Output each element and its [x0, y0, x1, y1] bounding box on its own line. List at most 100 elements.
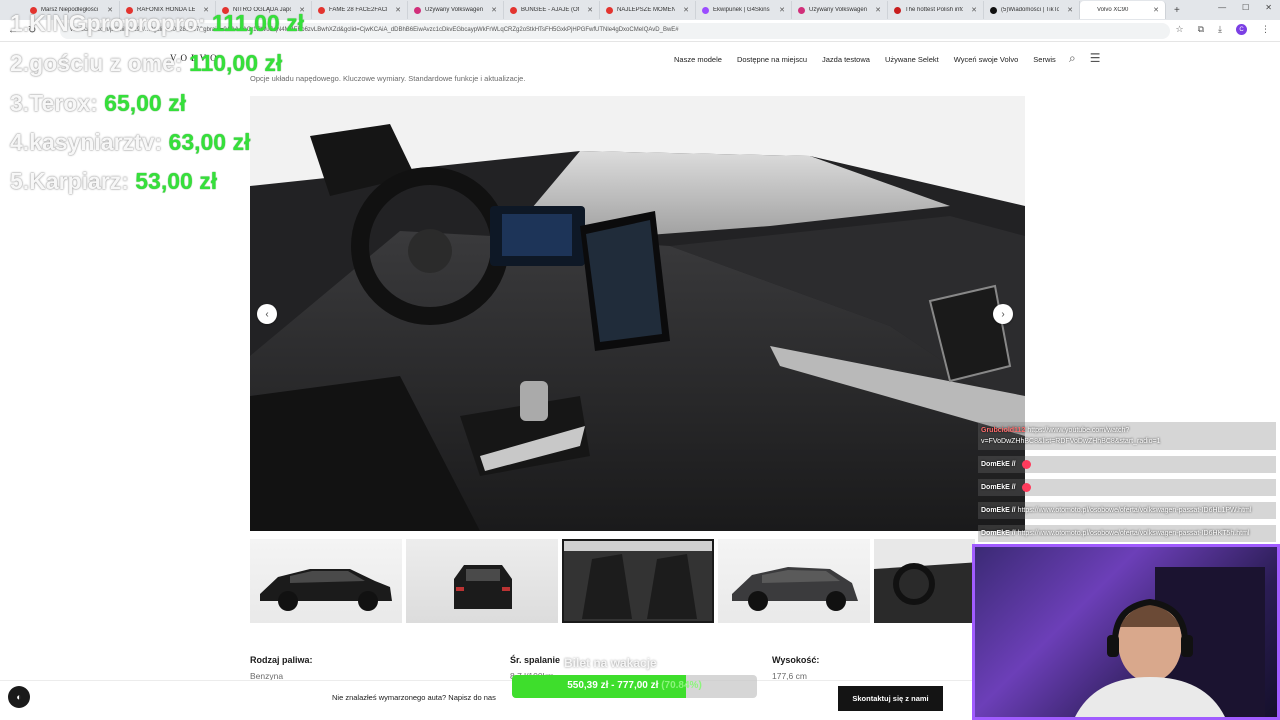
menu-dots-icon[interactable]: ⋮ [1261, 24, 1270, 35]
goal-progress-bar: 550,39 zł - 777,00 zł (70.84%) [512, 675, 757, 698]
gallery-thumbnails [250, 539, 975, 623]
window-controls: — ☐ ✕ [1218, 3, 1272, 12]
leaderboard-row: 4.kasyniarztv: 63,00 zł [10, 129, 250, 156]
gallery-next-button[interactable]: › [993, 304, 1013, 324]
tab-close-icon[interactable]: ✕ [1067, 6, 1073, 14]
chat-username: DomEkE // [981, 530, 1016, 537]
spec-label: Śr. spalanie [510, 655, 561, 665]
browser-tab[interactable]: Ekwipunek | G4Skins ✕ [696, 1, 792, 19]
donation-amount: 65,00 zł [104, 90, 187, 116]
profile-avatar[interactable]: C [1236, 24, 1247, 35]
goal-progress-text: 550,39 zł - 777,00 zł (70.84%) [512, 680, 757, 691]
browser-tab[interactable]: BUNGEE - AJAJE (Offic... ✕ [504, 1, 600, 19]
goal-title: Bilet na wakacje [564, 656, 657, 670]
car-interior-illustration [250, 96, 1025, 531]
donor-name: 3.Terox: [10, 90, 98, 116]
donor-name: 2.gościu z ome: [10, 50, 183, 76]
thumbnail-interior-seats[interactable] [562, 539, 714, 623]
contact-us-button[interactable]: Skontaktuj się z nami [838, 686, 943, 711]
extensions-icon[interactable]: ⧉ [1198, 24, 1204, 35]
spec-label: Wysokość: [772, 655, 820, 665]
nav-item-used-selekt[interactable]: Używane Selekt [885, 55, 939, 64]
tab-favicon-icon [414, 6, 421, 14]
tab-favicon-icon [318, 6, 325, 14]
car-side-icon [260, 569, 392, 611]
browser-tab[interactable]: (5)Wiadomości | TikTok ✕ [984, 1, 1080, 19]
tab-label: FAME 28 FACE2FACE... [329, 7, 387, 13]
star-icon[interactable]: ☆ [1176, 24, 1184, 35]
browser-tab[interactable]: Używany Volkswagen... ✕ [408, 1, 504, 19]
tab-close-icon[interactable]: ✕ [491, 6, 497, 14]
close-window-icon[interactable]: ✕ [1265, 3, 1272, 12]
chat-message: Grubciold112 https://www.youtube.com/wat… [978, 422, 1276, 450]
nav-item-valuation[interactable]: Wyceń swoje Volvo [954, 55, 1019, 64]
leaderboard-row: 3.Terox: 65,00 zł [10, 90, 186, 117]
goal-target: 777,00 zł [617, 680, 659, 691]
search-icon[interactable]: ⌕ [1069, 51, 1076, 66]
goal-percent: (70.84%) [661, 680, 702, 691]
tab-favicon-icon [702, 6, 709, 14]
donation-amount: 63,00 zł [168, 129, 251, 155]
tab-close-icon[interactable]: ✕ [395, 6, 401, 14]
chat-username: DomEkE // [981, 484, 1016, 491]
emote-icon [1021, 482, 1031, 492]
minimize-icon[interactable]: — [1218, 3, 1226, 12]
tab-favicon-icon [606, 6, 613, 14]
tab-close-icon[interactable]: ✕ [875, 6, 881, 14]
cookie-settings-icon[interactable]: ◐ [8, 686, 30, 708]
download-icon[interactable]: ⤓ [1218, 24, 1222, 35]
main-nav: Nasze modele Dostępne na miejscu Jazda t… [674, 55, 1056, 64]
thumbnail-exterior-front[interactable] [718, 539, 870, 623]
car-seats-icon [562, 539, 714, 623]
car-rear-icon [454, 565, 512, 609]
chat-message: DomEkE // https://www.otomoto.pl/osobowe… [978, 525, 1276, 542]
spec-height: Wysokość: 177,6 cm [772, 655, 819, 681]
maximize-icon[interactable]: ☐ [1242, 3, 1249, 12]
goal-current: 550,39 zł [567, 680, 609, 691]
tab-close-icon[interactable]: ✕ [779, 6, 785, 14]
chat-text: https://www.otomoto.pl/osobowe/oferta/vo… [1017, 530, 1250, 537]
address-icons: ☆ ⧉ ⤓ C ⋮ [1176, 24, 1270, 35]
interior-gallery-image: ‹ › [250, 96, 1025, 531]
leaderboard-row: 5.Karpiarz: 53,00 zł [10, 168, 217, 195]
browser-tab[interactable]: The hottest Polish info... ✕ [888, 1, 984, 19]
tab-favicon-icon [798, 6, 805, 14]
tab-label: Volvo XC90 [1097, 7, 1129, 13]
hamburger-menu-icon[interactable]: ☰ [1090, 51, 1101, 66]
donation-amount: 110,00 zł [188, 50, 283, 76]
car-dashboard-icon [874, 539, 975, 623]
donor-name: 1.KINGpropropro: [10, 10, 206, 36]
chat-text: https://www.otomoto.pl/osobowe/oferta/vo… [1017, 507, 1252, 514]
tab-label: Używany Volkswagen... [809, 7, 868, 13]
nav-item-available[interactable]: Dostępne na miejscu [737, 55, 807, 64]
thumbnail-interior-dash[interactable] [874, 539, 975, 623]
tab-label: Używany Volkswagen... [425, 7, 484, 13]
tab-close-icon[interactable]: ✕ [1153, 6, 1159, 14]
chat-message: DomEkE // [978, 456, 1276, 473]
nav-item-test-drive[interactable]: Jazda testowa [822, 55, 870, 64]
donation-amount: 53,00 zł [135, 168, 218, 194]
tab-favicon-icon [894, 6, 901, 14]
nav-item-models[interactable]: Nasze modele [674, 55, 722, 64]
spec-fuel-type: Rodzaj paliwa: Benzyna [250, 655, 313, 681]
header-icons: ⌕ ☰ [1069, 51, 1101, 66]
tab-close-icon[interactable]: ✕ [587, 6, 593, 14]
browser-tab[interactable]: Używany Volkswagen... ✕ [792, 1, 888, 19]
tab-label: The hottest Polish info... [905, 7, 964, 13]
emote-icon [1021, 459, 1031, 469]
thumbnail-exterior-rear[interactable] [406, 539, 558, 623]
gallery-prev-button[interactable]: ‹ [257, 304, 277, 324]
tab-close-icon[interactable]: ✕ [971, 6, 977, 14]
browser-tab[interactable]: FAME 28 FACE2FACE... ✕ [312, 1, 408, 19]
browser-tab[interactable]: Volvo XC90 ✕ [1080, 1, 1166, 19]
thumbnail-exterior-side[interactable] [250, 539, 402, 623]
chat-message: DomEkE // https://www.otomoto.pl/osobowe… [978, 502, 1276, 519]
browser-tab[interactable]: NAJLEPSZE MOMENT... ✕ [600, 1, 696, 19]
tab-close-icon[interactable]: ✕ [683, 6, 689, 14]
webcam-feed [972, 544, 1280, 720]
contact-prompt-text: Nie znalazłeś wymarzonego auta? Napisz d… [332, 693, 496, 702]
tab-label: (5)Wiadomości | TikTok [1001, 7, 1060, 13]
new-tab-button[interactable]: + [1174, 5, 1180, 16]
chat-username: Grubciold112 [981, 427, 1026, 434]
nav-item-service[interactable]: Serwis [1033, 55, 1056, 64]
